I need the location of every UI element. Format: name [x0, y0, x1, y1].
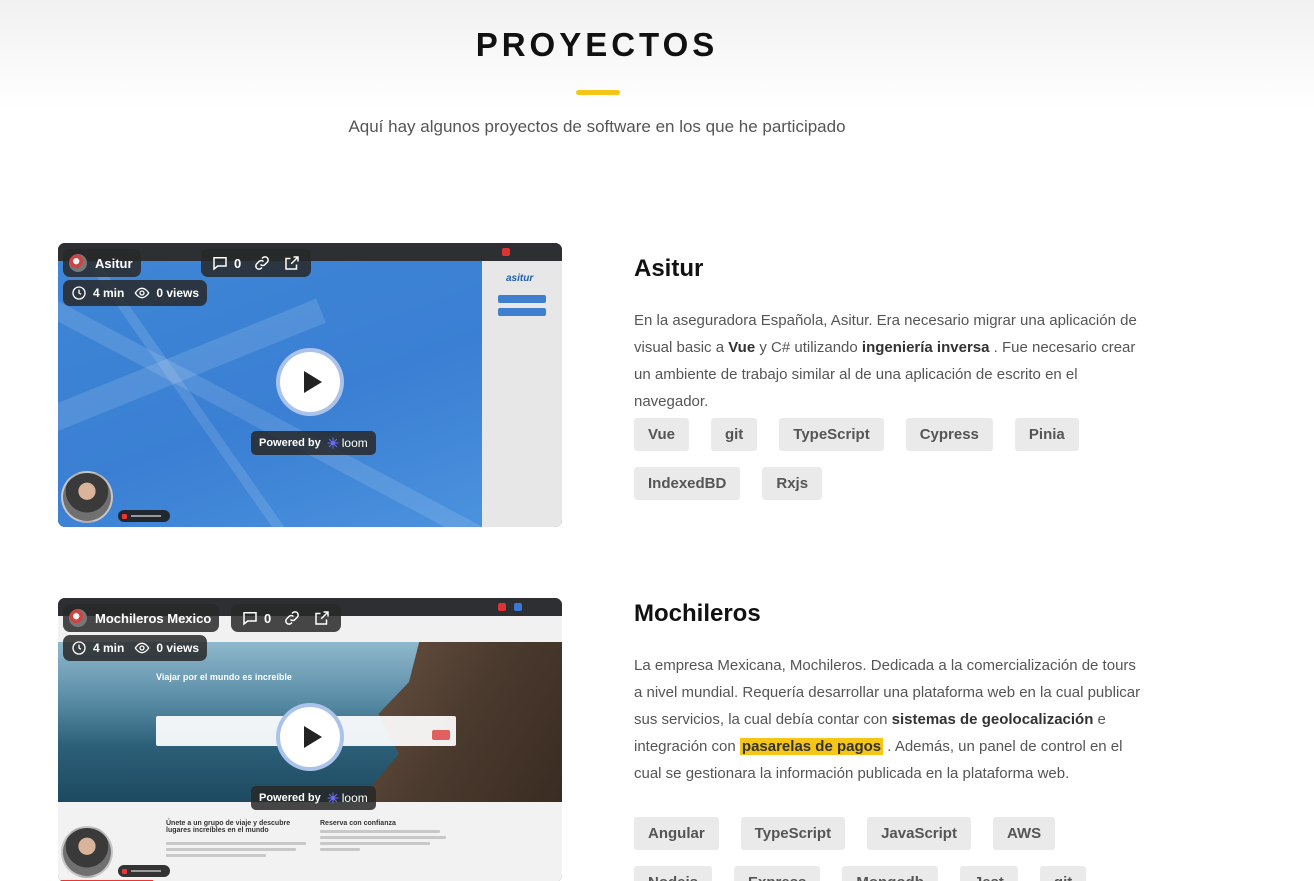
tech-tag: Pinia	[1014, 418, 1079, 451]
lower-right-heading: Reserva con confianza	[320, 820, 396, 827]
tech-tag: Express	[734, 866, 821, 881]
tech-tag: Jest	[959, 866, 1018, 881]
loom-logo: loom	[327, 791, 368, 805]
project-title-asitur: Asitur	[634, 255, 704, 282]
open-external-button[interactable]	[283, 254, 301, 272]
video-title: Asitur	[95, 255, 133, 271]
project-title-mochileros: Mochileros	[634, 600, 761, 627]
video-actions-chip: 0	[201, 249, 312, 277]
external-link-icon	[285, 256, 299, 270]
tech-tag: IndexedBD	[634, 467, 741, 500]
section-title: PROYECTOS	[475, 26, 719, 63]
tag-list-asitur: Vue git TypeScript Cypress Pinia IndexedBD Rxj…	[634, 418, 1154, 500]
loom-brand: loom	[341, 436, 368, 450]
comments-button[interactable]: 0	[241, 609, 271, 627]
video-meta-chip: 4 min 0 views	[63, 635, 208, 661]
highlight-reverse-engineering: ingeniería inversa	[861, 339, 990, 356]
copy-link-button[interactable]	[253, 254, 271, 272]
video-duration: 4 min	[93, 641, 125, 655]
loom-brand: loom	[341, 791, 368, 805]
video-title-chip[interactable]: Asitur	[63, 249, 141, 277]
recording-controls[interactable]	[118, 510, 170, 522]
loom-icon	[327, 792, 339, 804]
tech-tag: Cypress	[905, 418, 993, 451]
comment-count: 0	[264, 610, 272, 626]
comments-button[interactable]: 0	[211, 254, 241, 272]
powered-by-loom[interactable]: Powered by loom	[251, 786, 376, 810]
video-actions-chip: 0	[231, 604, 342, 632]
highlight-vue: Vue	[728, 339, 756, 356]
external-link-icon	[315, 611, 329, 625]
powered-by-text: Powered by	[259, 437, 321, 449]
hero-heading: Viajar por el mundo es increíble	[156, 672, 292, 682]
project-video-mochileros[interactable]: Viajar por el mundo es increíble Únete a…	[58, 598, 562, 881]
section-subtitle: Aquí hay algunos proyectos de software e…	[348, 117, 846, 136]
play-button[interactable]	[276, 348, 344, 416]
eye-icon	[134, 642, 150, 654]
project-video-asitur[interactable]: asitur Asitur 0 4 min 0 views Powered by…	[58, 243, 562, 527]
tech-tag: Vue	[634, 418, 689, 451]
play-icon	[303, 371, 322, 393]
clock-icon	[72, 286, 86, 300]
project-description-asitur: En la aseguradora Española, Asitur. Era …	[634, 312, 1137, 410]
copy-link-button[interactable]	[283, 609, 301, 627]
tech-tag: Angular	[634, 817, 719, 850]
open-external-button[interactable]	[313, 609, 331, 627]
lower-left-heading: Únete a un grupo de viaje y descubre lug…	[166, 820, 291, 834]
powered-by-text: Powered by	[259, 792, 321, 804]
link-icon	[285, 611, 300, 625]
comment-icon	[213, 257, 227, 271]
video-views: 0 views	[156, 641, 200, 655]
powered-by-loom[interactable]: Powered by loom	[251, 431, 376, 455]
tech-tag: TypeScript	[740, 817, 846, 850]
tech-tag: Nodejs	[634, 866, 713, 881]
presenter-camera	[61, 471, 113, 523]
play-button[interactable]	[276, 703, 344, 771]
presenter-camera	[61, 826, 113, 878]
tech-tag: Rxjs	[762, 467, 823, 500]
recording-controls[interactable]	[118, 865, 170, 877]
clock-icon	[72, 641, 86, 655]
loom-icon	[327, 437, 339, 449]
comment-icon	[243, 612, 257, 626]
video-title-chip[interactable]: Mochileros Mexico	[63, 604, 220, 632]
highlight-payment-gateways: pasarelas de pagos	[739, 738, 884, 755]
project-description-mochileros: La empresa Mexicana, Mochileros. Dedicad…	[634, 657, 1141, 782]
tech-tag: JavaScript	[867, 817, 971, 850]
video-screen-sidebar: asitur	[482, 261, 562, 527]
title-underline	[576, 90, 620, 95]
play-icon	[303, 726, 322, 748]
highlight-geolocation: sistemas de geolocalización	[891, 711, 1094, 728]
channel-avatar	[69, 254, 87, 272]
link-icon	[255, 256, 270, 270]
video-views: 0 views	[156, 286, 200, 300]
tag-list-mochileros: Angular TypeScript JavaScript AWS Nodejs Expr…	[634, 817, 1154, 881]
tech-tag: TypeScript	[779, 418, 884, 451]
loom-logo: loom	[327, 436, 368, 450]
eye-icon	[134, 287, 150, 299]
video-meta-chip: 4 min 0 views	[63, 280, 208, 306]
asitur-logo: asitur	[506, 273, 534, 284]
video-title: Mochileros Mexico	[95, 610, 212, 626]
channel-avatar	[69, 609, 87, 627]
tech-tag: git	[1039, 866, 1087, 881]
tech-tag: Mongodb	[842, 866, 938, 881]
comment-count: 0	[234, 255, 242, 271]
video-duration: 4 min	[93, 286, 125, 300]
tech-tag: AWS	[992, 817, 1056, 850]
tech-tag: git	[710, 418, 758, 451]
